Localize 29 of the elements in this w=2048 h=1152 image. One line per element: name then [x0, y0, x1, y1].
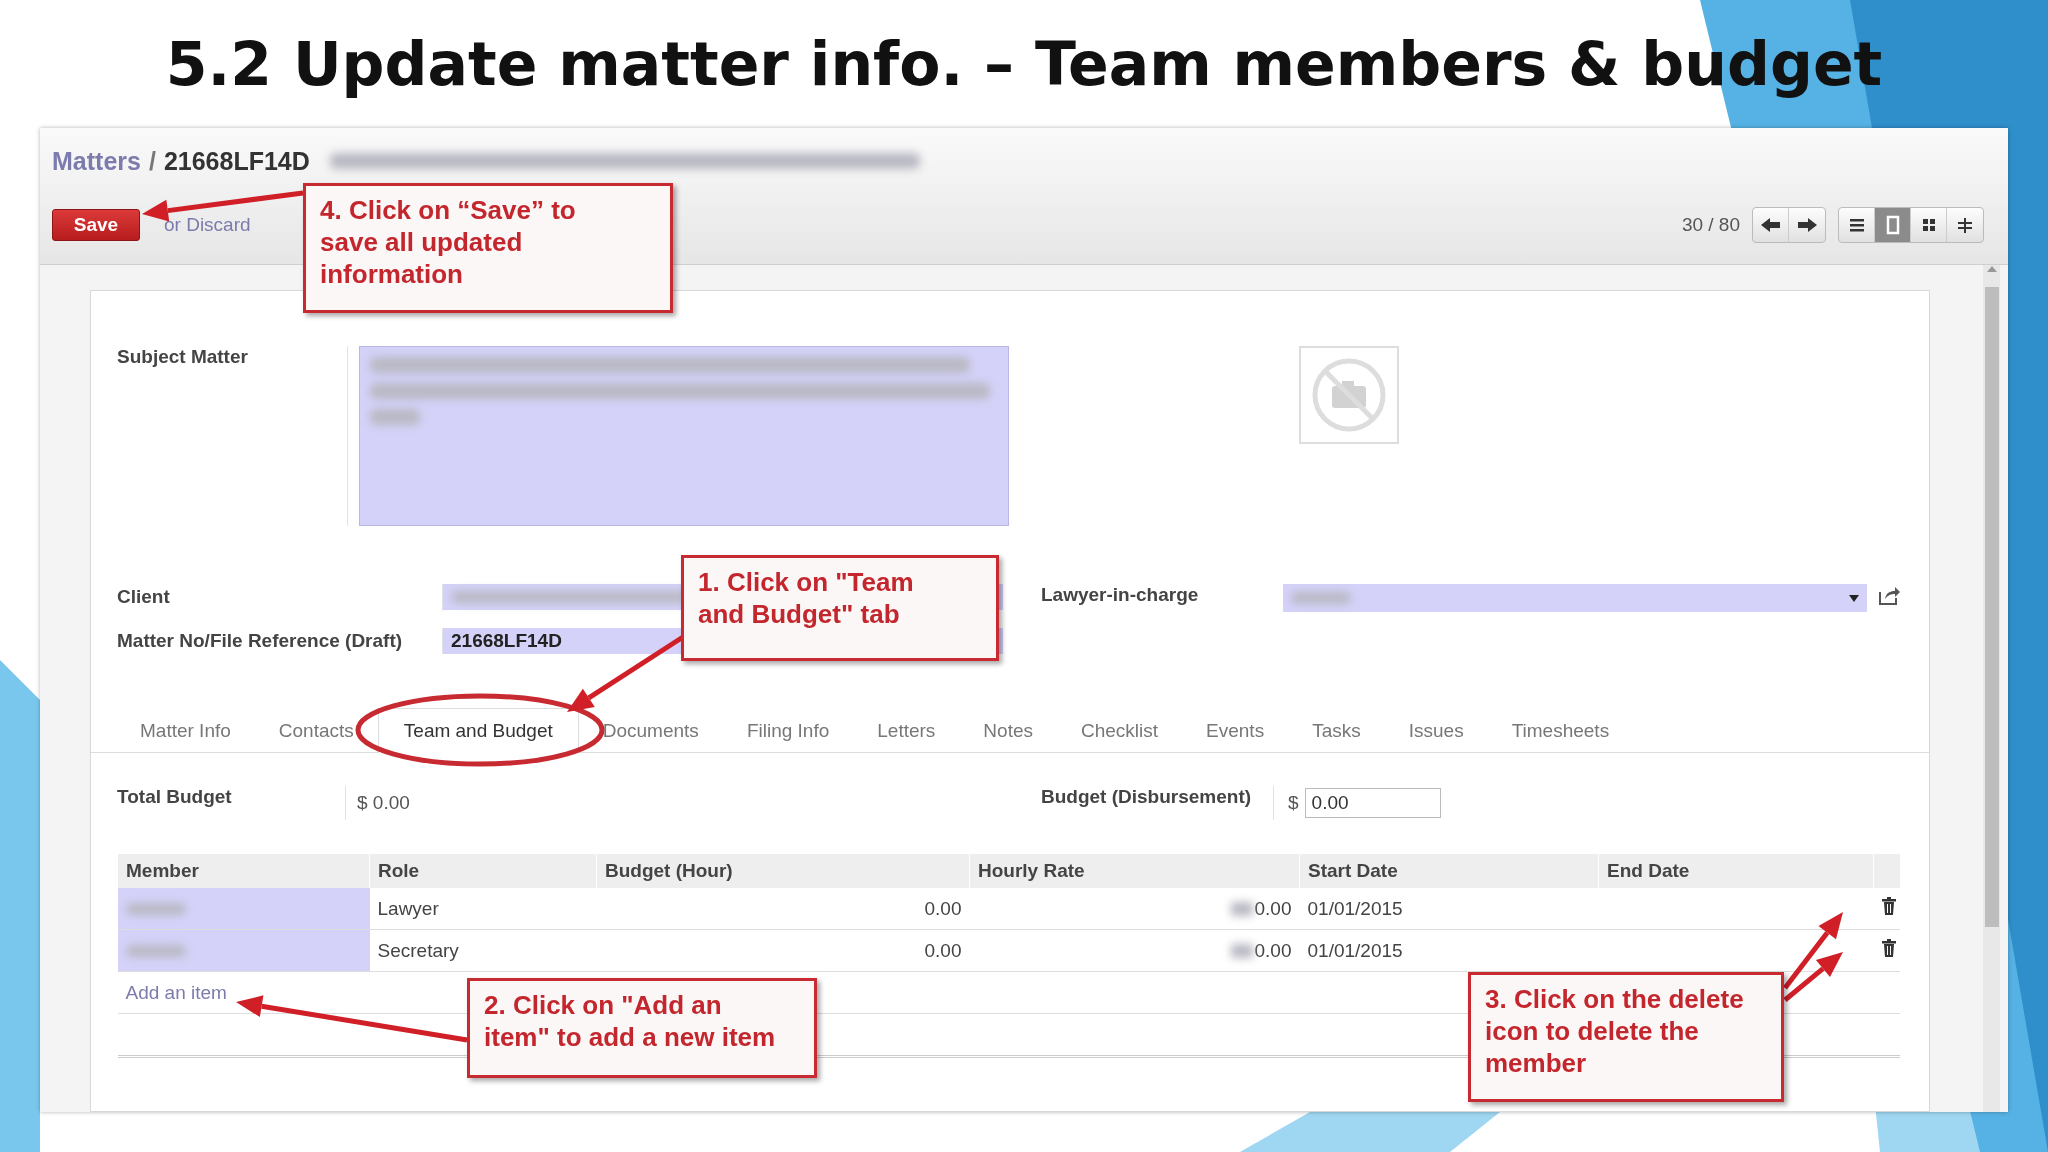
field-label: Matter No/File Reference (Draft): [117, 629, 404, 652]
table-cell: 0.00: [596, 929, 970, 972]
column-header: Hourly Rate: [969, 854, 1300, 888]
table-cell: 01/01/2015: [1299, 929, 1599, 972]
step-tooltip: 2. Click on "Add an item" to add a new item: [467, 978, 817, 1078]
column-header: Start Date: [1299, 854, 1599, 888]
table-cell: 0.00: [1254, 897, 1292, 920]
total-budget-value: $ 0.00: [357, 792, 411, 814]
table-cell: 0.00: [596, 888, 970, 930]
pager-count: 30 / 80: [1681, 214, 1740, 236]
breadcrumb-separator: /: [148, 146, 156, 176]
column-header: End Date: [1598, 854, 1874, 888]
table-cell: 01/01/2015: [1299, 888, 1599, 930]
step-tooltip: 3. Click on the delete icon to delete the member: [1468, 972, 1784, 1102]
column-header: Role: [369, 854, 597, 888]
column-header: Member: [117, 854, 370, 888]
table-cell: Lawyer: [369, 888, 597, 930]
currency-symbol: $: [1288, 792, 1299, 814]
field-label: Budget (Disbursement): [1041, 786, 1252, 807]
step-tooltip: 1. Click on "Team and Budget" tab: [681, 555, 999, 661]
column-header: Budget (Hour): [596, 854, 970, 888]
field-label: Total Budget: [117, 786, 232, 807]
field-label: Lawyer-in-charge: [1041, 584, 1200, 606]
table-cell: Secretary: [369, 929, 597, 972]
step-tooltip: 4. Click on “Save” to save all updated information: [303, 183, 673, 313]
breadcrumb-current: 21668LF14D: [163, 146, 310, 176]
table-cell: 0.00: [1254, 939, 1292, 962]
field-label: Subject Matter: [117, 346, 248, 367]
field-label: Client: [117, 586, 171, 609]
